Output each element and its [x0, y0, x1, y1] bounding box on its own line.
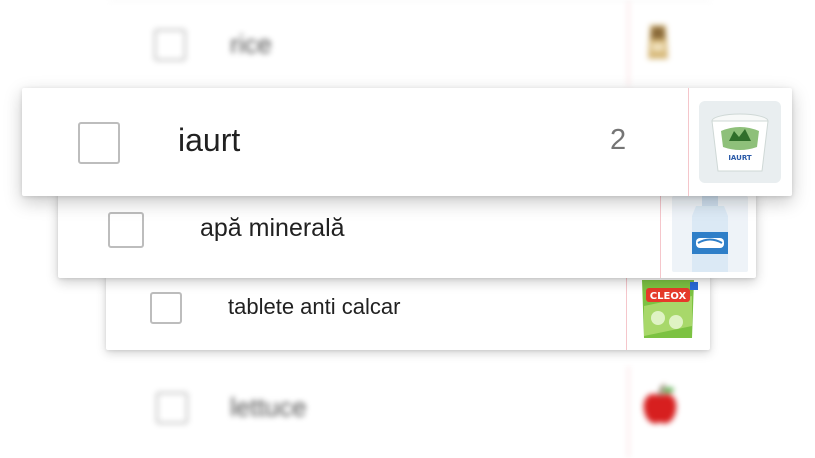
item-label: rice	[230, 29, 272, 59]
list-item-active[interactable]: iaurt 2 IAURT	[22, 88, 792, 196]
row-divider	[628, 366, 629, 458]
rice-bag-icon	[638, 19, 678, 63]
item-checkbox[interactable]	[150, 292, 182, 324]
water-bottle-icon	[672, 196, 748, 272]
row-divider	[688, 88, 689, 196]
row-divider	[660, 190, 661, 278]
cleox-package-icon: CLEOX	[636, 278, 700, 340]
cleox-brand-text: CLEOX	[650, 291, 687, 302]
item-label: iaurt	[178, 122, 241, 158]
list-item[interactable]: lettuce	[110, 366, 710, 458]
item-checkbox[interactable]	[78, 122, 120, 164]
list-item[interactable]: tablete anti calcar CLEOX	[106, 272, 710, 350]
item-checkbox[interactable]	[156, 392, 188, 424]
item-checkbox[interactable]	[154, 29, 186, 61]
item-quantity: 2	[610, 124, 627, 156]
item-checkbox[interactable]	[108, 212, 144, 248]
apple-icon	[638, 382, 682, 428]
list-item[interactable]: rice	[110, 0, 710, 86]
yogurt-label-text: IAURT	[728, 154, 752, 162]
row-divider	[628, 1, 629, 86]
yogurt-tub-icon: IAURT	[699, 101, 781, 183]
item-label: apă minerală	[200, 214, 345, 242]
list-item[interactable]: apă minerală	[58, 190, 756, 278]
row-divider	[626, 272, 627, 350]
item-label: tablete anti calcar	[228, 294, 401, 319]
item-label: lettuce	[230, 392, 307, 422]
